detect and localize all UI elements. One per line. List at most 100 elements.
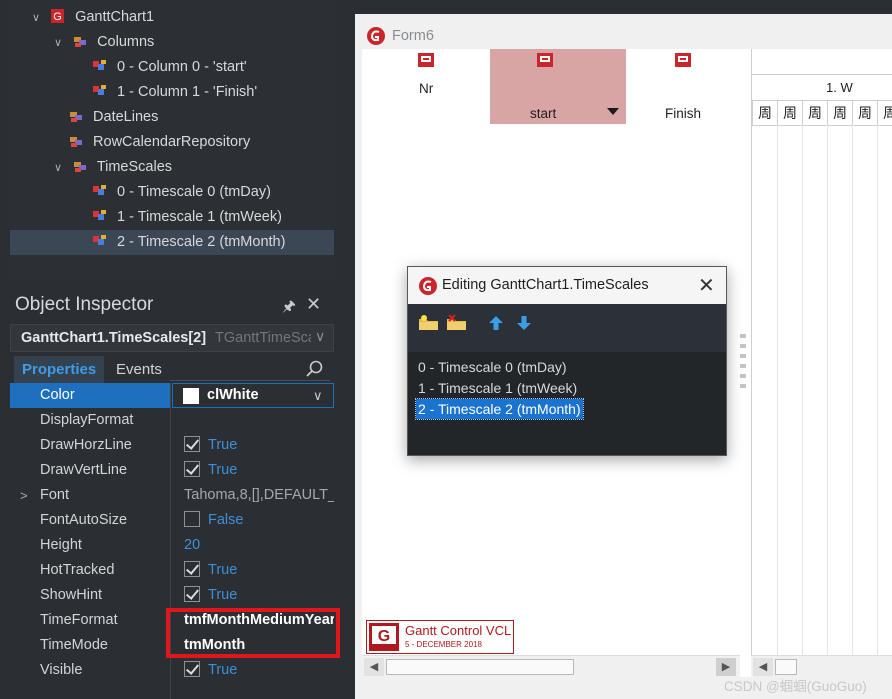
- property-row-height[interactable]: Height 20: [10, 533, 334, 558]
- dropdown-arrow-icon[interactable]: [607, 108, 619, 115]
- tree-node-label: GanttChart1: [75, 9, 155, 25]
- property-row-drawvertline[interactable]: DrawVertLine True: [10, 458, 334, 483]
- property-value: True: [208, 587, 238, 603]
- property-value: True: [208, 437, 238, 453]
- tree-node-column-0[interactable]: 0 - Column 0 - 'start': [92, 55, 247, 80]
- move-up-icon[interactable]: [486, 314, 506, 332]
- structure-tree: ∨ G GanttChart1 ∨ Columns 0 - Column 0 -…: [10, 0, 334, 278]
- start-column-header[interactable]: [490, 49, 626, 124]
- color-swatch: [183, 388, 199, 404]
- tree-node-datelines[interactable]: DateLines: [68, 105, 158, 130]
- property-row-displayformat[interactable]: DisplayFormat: [10, 408, 334, 433]
- add-item-icon[interactable]: [418, 314, 440, 332]
- property-row-color[interactable]: Color clWhite ∨: [10, 383, 334, 408]
- object-selector[interactable]: GanttChart1.TimeScales[2] TGanttTimeScal…: [10, 324, 334, 352]
- collection-icon: [74, 162, 87, 172]
- tree-node-ganttchart1[interactable]: ∨ G GanttChart1: [32, 5, 154, 30]
- scroll-left-icon[interactable]: ◀: [364, 658, 384, 676]
- chevron-down-icon[interactable]: ∨: [315, 328, 325, 345]
- dialog-title: Editing GanttChart1.TimeScales: [442, 277, 649, 293]
- object-type: TGanttTimeScale: [215, 330, 311, 346]
- checkbox[interactable]: [184, 586, 200, 602]
- column-icon-finish: [675, 53, 691, 67]
- property-value: True: [208, 462, 238, 478]
- property-value[interactable]: 20: [184, 533, 334, 558]
- column-header-nr[interactable]: Nr: [419, 81, 433, 96]
- pin-icon[interactable]: 🖈: [282, 296, 296, 321]
- property-value[interactable]: Tahoma,8,[],DEFAULT_CHARSET: [184, 483, 334, 508]
- grid-line: [827, 125, 828, 655]
- checkbox[interactable]: [184, 436, 200, 452]
- svg-text:G: G: [53, 11, 62, 23]
- chevron-down-icon[interactable]: ∨: [313, 384, 323, 407]
- tab-properties[interactable]: Properties: [14, 356, 105, 383]
- tree-node-timescale-0[interactable]: 0 - Timescale 0 (tmDay): [92, 180, 271, 205]
- checkbox[interactable]: [184, 561, 200, 577]
- logo-title: Gantt Control VCL: [405, 623, 512, 638]
- list-item[interactable]: 1 - Timescale 1 (tmWeek): [416, 378, 579, 398]
- checkbox[interactable]: [184, 511, 200, 527]
- grid-line: [852, 125, 853, 655]
- tree-node-label: Columns: [97, 34, 155, 50]
- column-icon-start: [537, 53, 553, 67]
- search-icon[interactable]: [304, 359, 324, 379]
- checkbox[interactable]: [184, 661, 200, 677]
- column-icon-nr: [418, 53, 434, 67]
- tab-events[interactable]: Events: [108, 356, 170, 383]
- scroll-thumb[interactable]: [775, 659, 797, 675]
- move-down-icon[interactable]: [514, 314, 534, 332]
- day-cell: 周: [802, 101, 827, 125]
- day-cell: 周: [827, 101, 852, 125]
- chevron-down-icon[interactable]: ∨: [54, 31, 68, 56]
- collection-list[interactable]: 0 - Timescale 0 (tmDay) 1 - Timescale 1 …: [408, 352, 726, 455]
- scroll-left-icon[interactable]: ◀: [753, 658, 773, 676]
- property-row-drawhorzline[interactable]: DrawHorzLine True: [10, 433, 334, 458]
- scroll-right-icon[interactable]: ▶: [716, 658, 736, 676]
- day-cell: 周: [877, 101, 892, 125]
- property-name: Font: [40, 487, 70, 503]
- grid-line: [777, 125, 778, 655]
- tree-node-column-1[interactable]: 1 - Column 1 - 'Finish': [92, 80, 257, 105]
- day-cell: 周: [777, 101, 802, 125]
- scroll-thumb[interactable]: [386, 659, 574, 675]
- property-name: HotTracked: [40, 562, 115, 578]
- collection-editor-dialog[interactable]: Editing GanttChart1.TimeScales ✕ 0 - Tim…: [407, 266, 727, 456]
- close-icon[interactable]: ✕: [306, 294, 321, 315]
- property-row-visible[interactable]: Visible True: [10, 658, 334, 683]
- object-inspector-title: Object Inspector: [15, 294, 154, 315]
- item-icon: [93, 210, 106, 220]
- dialog-toolbar: [408, 304, 726, 352]
- color-editor[interactable]: clWhite ∨: [172, 383, 334, 408]
- gantt-logo-icon: G: [369, 623, 399, 651]
- delete-item-icon[interactable]: [446, 314, 468, 332]
- chevron-down-icon[interactable]: ∨: [54, 156, 68, 181]
- list-item-selected[interactable]: 2 - Timescale 2 (tmMonth): [415, 398, 584, 420]
- checkbox[interactable]: [184, 461, 200, 477]
- property-row-font[interactable]: > Font Tahoma,8,[],DEFAULT_CHARSET: [10, 483, 334, 508]
- property-row-hottracked[interactable]: HotTracked True: [10, 558, 334, 583]
- column-header-finish[interactable]: Finish: [665, 106, 701, 121]
- chevron-down-icon[interactable]: ∨: [32, 6, 46, 31]
- form-title: Form6: [392, 28, 434, 44]
- property-row-showhint[interactable]: ShowHint True: [10, 583, 334, 608]
- logo-date: 5 - DECEMBER 2018: [405, 640, 482, 649]
- tree-node-timescales[interactable]: ∨ TimeScales: [54, 155, 172, 180]
- property-row-fontautosize[interactable]: FontAutoSize False: [10, 508, 334, 533]
- item-icon: [93, 185, 106, 195]
- tree-node-rowcalendarrepository[interactable]: RowCalendarRepository: [68, 130, 250, 155]
- column-header-start[interactable]: start: [530, 106, 556, 121]
- close-icon[interactable]: ✕: [698, 273, 715, 298]
- tree-node-label: DateLines: [93, 109, 159, 125]
- tree-node-timescale-1[interactable]: 1 - Timescale 1 (tmWeek): [92, 205, 282, 230]
- tree-node-label: 2 - Timescale 2 (tmMonth): [117, 234, 286, 250]
- tree-node-columns[interactable]: ∨ Columns: [54, 30, 154, 55]
- list-item[interactable]: 0 - Timescale 0 (tmDay): [416, 357, 569, 377]
- splitter-grip-icon[interactable]: [740, 334, 746, 390]
- tree-node-label: 1 - Column 1 - 'Finish': [117, 84, 258, 100]
- tree-node-timescale-2[interactable]: 2 - Timescale 2 (tmMonth): [10, 230, 334, 255]
- property-name: DrawHorzLine: [40, 437, 132, 453]
- property-name: ShowHint: [40, 587, 103, 603]
- grid-horizontal-scrollbar[interactable]: ◀ ▶: [362, 655, 740, 678]
- timeline-band-line: [752, 125, 892, 126]
- chevron-right-icon[interactable]: >: [20, 483, 28, 508]
